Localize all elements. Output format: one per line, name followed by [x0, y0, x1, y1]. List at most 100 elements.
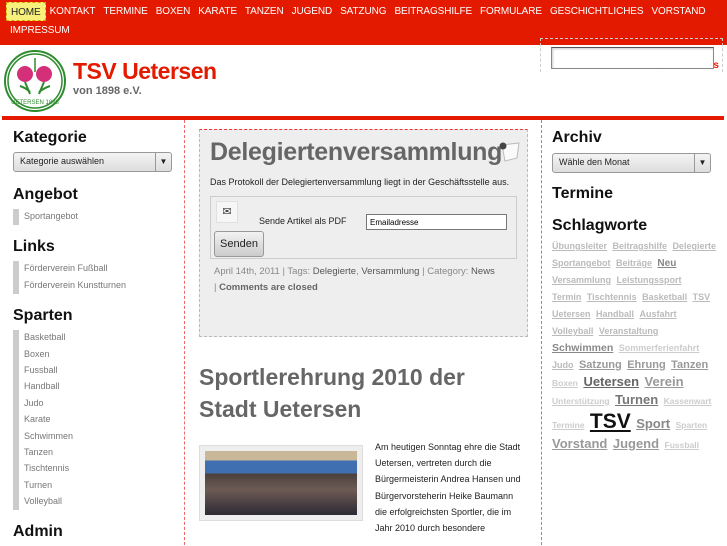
sparten-item[interactable]: Turnen [13, 477, 173, 495]
header-divider [2, 116, 724, 120]
event-photo [205, 451, 357, 515]
nav-item-home[interactable]: HOME [6, 2, 46, 21]
tag-cloud-link[interactable]: Satzung [579, 359, 622, 371]
tag-cloud-link[interactable]: Vorstand [552, 436, 607, 451]
link-item[interactable]: Förderverein Fußball [13, 261, 173, 278]
send-button[interactable]: Senden [214, 231, 264, 257]
tag-cloud-link[interactable]: Ausfahrt [639, 309, 676, 319]
kategorie-select[interactable]: Kategorie auswählen ▼ [13, 152, 172, 172]
tag-cloud-link[interactable]: Basketball [642, 292, 687, 302]
tags-label: Tags: [287, 266, 311, 277]
kategorie-heading: Kategorie [13, 129, 87, 146]
tag-cloud-link[interactable]: Tischtennis [587, 292, 637, 302]
search-box [540, 38, 723, 72]
tag-cloud-link[interactable]: Verein [645, 374, 684, 389]
sparten-item[interactable]: Boxen [13, 346, 173, 363]
tag-cloud-link[interactable]: Sommerferienfahrt [619, 343, 700, 353]
tag-cloud-link[interactable]: Veranstaltung [599, 326, 659, 336]
tag-cloud-link[interactable]: Leistungssport [616, 275, 681, 285]
sparten-item[interactable]: Tischtennis [13, 461, 173, 478]
sparten-item[interactable]: Schwimmen [13, 428, 173, 445]
sparten-item[interactable]: Fussball [13, 362, 173, 380]
nav-item-vorstand[interactable]: VORSTAND [647, 2, 709, 21]
post-title[interactable]: Sportlerehrung 2010 der Stadt Uetersen [199, 361, 528, 425]
post-sportlerehrung: Sportlerehrung 2010 der Stadt Uetersen A… [199, 361, 528, 536]
search-input[interactable] [551, 47, 714, 69]
right-sidebar: Archiv Wähle den Monat ▼ Termine Schlagw… [552, 129, 717, 453]
tag-cloud-link[interactable]: Tanzen [671, 359, 708, 371]
category-label: Category: [427, 266, 469, 277]
pdf-mail-icon: ✉ [216, 201, 238, 223]
nav-item-geschichtliches[interactable]: GESCHICHTLICHES [546, 2, 648, 21]
tag-cloud-link[interactable]: Ehrung [627, 359, 666, 371]
tag-cloud-link[interactable]: Sportangebot [552, 258, 611, 268]
nav-item-formulare[interactable]: FORMULARE [476, 2, 546, 21]
tag-cloud-link[interactable]: Fussball [665, 440, 699, 450]
nav-item-beitragshilfe[interactable]: BEITRAGSHILFE [390, 2, 476, 21]
nav-item-impressum[interactable]: IMPRESSUM [6, 21, 74, 40]
tag-cloud-link[interactable]: Sport [636, 416, 670, 431]
tag-cloud-link[interactable]: Boxen [552, 378, 578, 388]
svg-text:UETERSEN 1898: UETERSEN 1898 [11, 100, 59, 106]
tag-cloud-link[interactable]: Kassenwart [664, 396, 712, 406]
tag-cloud-link[interactable]: Volleyball [552, 326, 593, 336]
admin-heading: Admin [13, 523, 63, 541]
sparten-item[interactable]: Handball [13, 379, 173, 396]
tag-link[interactable]: Delegierte [313, 266, 356, 277]
column-divider [541, 120, 542, 545]
archive-select-value: Wähle den Monat [559, 157, 630, 167]
email-field[interactable] [366, 214, 507, 230]
tag-cloud-link[interactable]: Delegierte [672, 241, 716, 251]
tag-cloud-link[interactable]: Judo [552, 360, 574, 370]
tag-cloud-link[interactable]: TSV [693, 292, 711, 302]
sparten-list: Basketball Boxen Fussball Handball Judo Karat… [13, 330, 173, 511]
category-link[interactable]: News [471, 266, 495, 277]
post-date: April 14th, 2011 [214, 266, 280, 277]
post-thumbnail[interactable] [199, 445, 363, 521]
tag-link[interactable]: Versammlung [361, 266, 419, 277]
nav-item-karate[interactable]: KARATE [194, 2, 241, 21]
schlagworte-heading: Schlagworte [552, 217, 648, 234]
tag-cloud-link[interactable]: Turnen [615, 392, 658, 407]
tag-cloud-link[interactable]: Termine [552, 420, 584, 430]
nav-item-tanzen[interactable]: TANZEN [241, 2, 288, 21]
tag-cloud-link[interactable]: Neu [657, 258, 676, 269]
sparten-item[interactable]: Tanzen [13, 444, 173, 462]
post-excerpt: Am heutigen Sonntag ehre die Stadt Ueter… [375, 442, 521, 534]
comments-status: Comments are closed [219, 282, 318, 293]
nav-item-termine[interactable]: TERMINE [99, 2, 151, 21]
nav-item-boxen[interactable]: BOXEN [152, 2, 195, 21]
club-logo[interactable]: UETERSEN 1898 [4, 50, 66, 112]
post-title[interactable]: Delegiertenversammlung [210, 138, 517, 167]
sparten-item[interactable]: Volleyball [13, 494, 173, 511]
nav-item-jugend[interactable]: JUGEND [288, 2, 337, 21]
tag-cloud-link[interactable]: Übungsleiter [552, 241, 607, 251]
nav-item-kontakt[interactable]: KONTAKT [46, 2, 100, 21]
main-content: Delegiertenversammlung Das Protokoll der… [199, 129, 528, 536]
link-item[interactable]: Förderverein Kunstturnen [13, 277, 173, 295]
angebot-list: Sportangebot [13, 209, 173, 226]
tag-cloud-link[interactable]: Beiträge [616, 258, 652, 268]
pdf-label: Sende Artikel als PDF [259, 216, 347, 226]
tag-cloud-link[interactable]: Unterstützung [552, 396, 610, 406]
sparten-item[interactable]: Basketball [13, 330, 173, 347]
sparten-item[interactable]: Karate [13, 412, 173, 429]
tag-cloud-link[interactable]: Versammlung [552, 275, 611, 285]
tag-cloud-link[interactable]: TSV [590, 410, 631, 433]
nav-item-satzung[interactable]: SATZUNG [336, 2, 390, 21]
tag-cloud-link[interactable]: Uetersen [583, 374, 639, 389]
site-title[interactable]: TSV Uetersen [73, 58, 217, 85]
angebot-item[interactable]: Sportangebot [13, 209, 173, 226]
angebot-heading: Angebot [13, 186, 78, 203]
tag-cloud-link[interactable]: Handball [596, 309, 634, 319]
tag-cloud-link[interactable]: Jugend [613, 436, 659, 451]
sparten-item[interactable]: Judo [13, 395, 173, 413]
tag-cloud-link[interactable]: Beitragshilfe [612, 241, 667, 251]
archive-month-select[interactable]: Wähle den Monat ▼ [552, 153, 711, 173]
tag-cloud-link[interactable]: Schwimmen [552, 342, 613, 354]
tag-cloud-link[interactable]: Sparten [676, 420, 708, 430]
tag-cloud-link[interactable]: Uetersen [552, 309, 591, 319]
tag-cloud-link[interactable]: Termin [552, 292, 581, 302]
left-sidebar: Kategorie Kategorie auswählen ▼ Angebot … [13, 129, 173, 546]
links-list: Förderverein Fußball Förderverein Kunsttu… [13, 261, 173, 295]
